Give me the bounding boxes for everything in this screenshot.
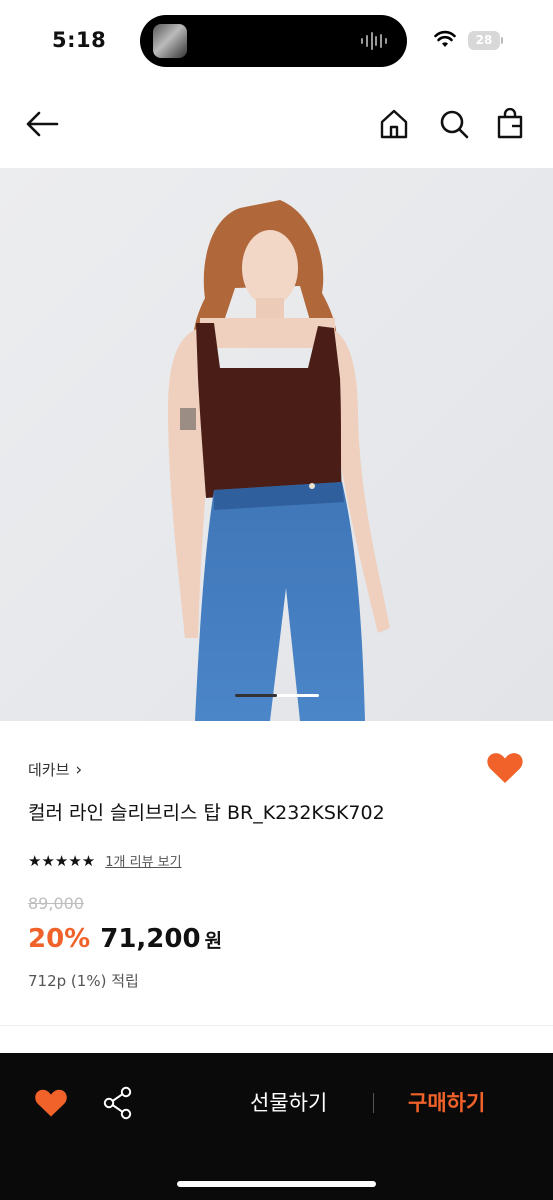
price-row: 20% 71,200 원	[28, 924, 222, 954]
brand-link[interactable]: 데카브 ›	[28, 759, 82, 780]
wifi-icon	[434, 30, 456, 47]
now-playing-artwork	[153, 24, 187, 58]
bottom-heart-icon[interactable]	[34, 1088, 68, 1118]
brand-name: 데카브	[28, 761, 70, 779]
divider	[0, 1025, 553, 1026]
battery-cap	[501, 37, 503, 44]
arrow-left-icon	[26, 111, 59, 137]
back-button[interactable]	[22, 104, 62, 144]
top-nav	[0, 82, 553, 168]
home-icon	[380, 109, 408, 139]
status-time: 5:18	[52, 28, 107, 52]
reward-points: 712p (1%) 적립	[28, 972, 139, 990]
dynamic-island[interactable]	[140, 15, 407, 67]
gallery-dot[interactable]	[277, 694, 319, 697]
bottom-action-bar: 선물하기 구매하기	[0, 1053, 553, 1200]
share-icon[interactable]	[102, 1086, 134, 1120]
wishlist-heart-icon[interactable]	[486, 751, 524, 785]
model-photo	[0, 168, 553, 721]
star-rating: ★★★★★	[28, 851, 96, 870]
currency-label: 원	[204, 930, 223, 952]
discount-rate: 20%	[28, 924, 91, 954]
gallery-dot-active[interactable]	[235, 694, 277, 697]
home-button[interactable]	[374, 104, 414, 144]
shopping-bag-icon	[497, 108, 523, 139]
gallery-pagination	[235, 694, 319, 698]
rating-row: ★★★★★ 1개 리뷰 보기	[28, 851, 182, 871]
product-image[interactable]	[0, 168, 553, 721]
search-button[interactable]	[434, 104, 474, 144]
product-name: 컬러 라인 슬리브리스 탑 BR_K232KSK702	[28, 802, 385, 824]
search-icon	[440, 110, 469, 139]
buy-button[interactable]: 구매하기	[408, 1087, 485, 1117]
chevron-right-icon: ›	[75, 759, 83, 780]
gift-button[interactable]: 선물하기	[250, 1087, 327, 1117]
audio-waveform-icon	[361, 32, 387, 50]
review-link[interactable]: 1개 리뷰 보기	[105, 851, 181, 870]
shopping-bag-button[interactable]	[490, 104, 530, 144]
home-indicator[interactable]	[177, 1181, 376, 1187]
sale-price: 71,200	[100, 924, 201, 954]
status-bar: 5:18 28	[0, 0, 553, 82]
original-price: 89,000	[28, 894, 84, 913]
battery-indicator: 28	[468, 31, 500, 50]
button-separator	[373, 1093, 374, 1113]
